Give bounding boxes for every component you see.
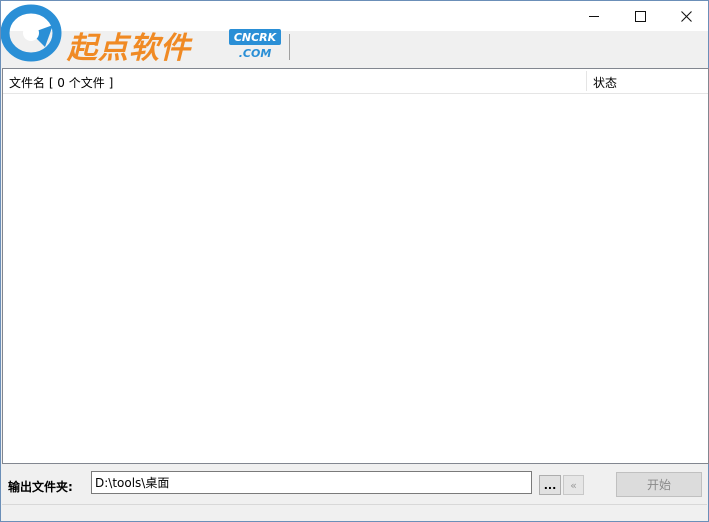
main-window: 起点软件 CNCRK .COM 文件名 [ 0 个文件 ] 状态 输出文件夹: …	[0, 0, 709, 522]
logo-badge-bottom: .COM	[238, 47, 272, 60]
app-logo: 起点软件 CNCRK .COM	[1, 3, 291, 66]
reset-path-button[interactable]: «	[563, 475, 584, 495]
maximize-icon	[634, 10, 646, 22]
close-button[interactable]	[663, 1, 709, 31]
maximize-button[interactable]	[617, 1, 663, 31]
logo-text: 起点软件	[67, 31, 191, 66]
output-folder-label: 输出文件夹:	[8, 480, 73, 494]
close-icon	[680, 10, 692, 22]
column-header-status[interactable]: 状态	[593, 74, 617, 91]
list-header: 文件名 [ 0 个文件 ] 状态	[3, 69, 708, 94]
toolbar-separator	[289, 34, 290, 60]
output-panel: 输出文件夹: ... « 开始	[1, 464, 708, 504]
status-bar	[2, 504, 707, 521]
output-folder-input[interactable]	[91, 471, 532, 494]
logo-badge: CNCRK .COM	[229, 29, 281, 62]
column-divider[interactable]	[586, 71, 587, 91]
minimize-button[interactable]	[571, 1, 617, 31]
start-button[interactable]: 开始	[616, 472, 702, 497]
logo-emblem-icon	[1, 4, 62, 62]
logo-badge-top: CNCRK	[229, 29, 281, 45]
minimize-icon	[589, 15, 599, 17]
browse-button[interactable]: ...	[539, 475, 561, 495]
file-list[interactable]: 文件名 [ 0 个文件 ] 状态	[2, 68, 709, 464]
column-header-filename[interactable]: 文件名 [ 0 个文件 ]	[9, 74, 113, 91]
